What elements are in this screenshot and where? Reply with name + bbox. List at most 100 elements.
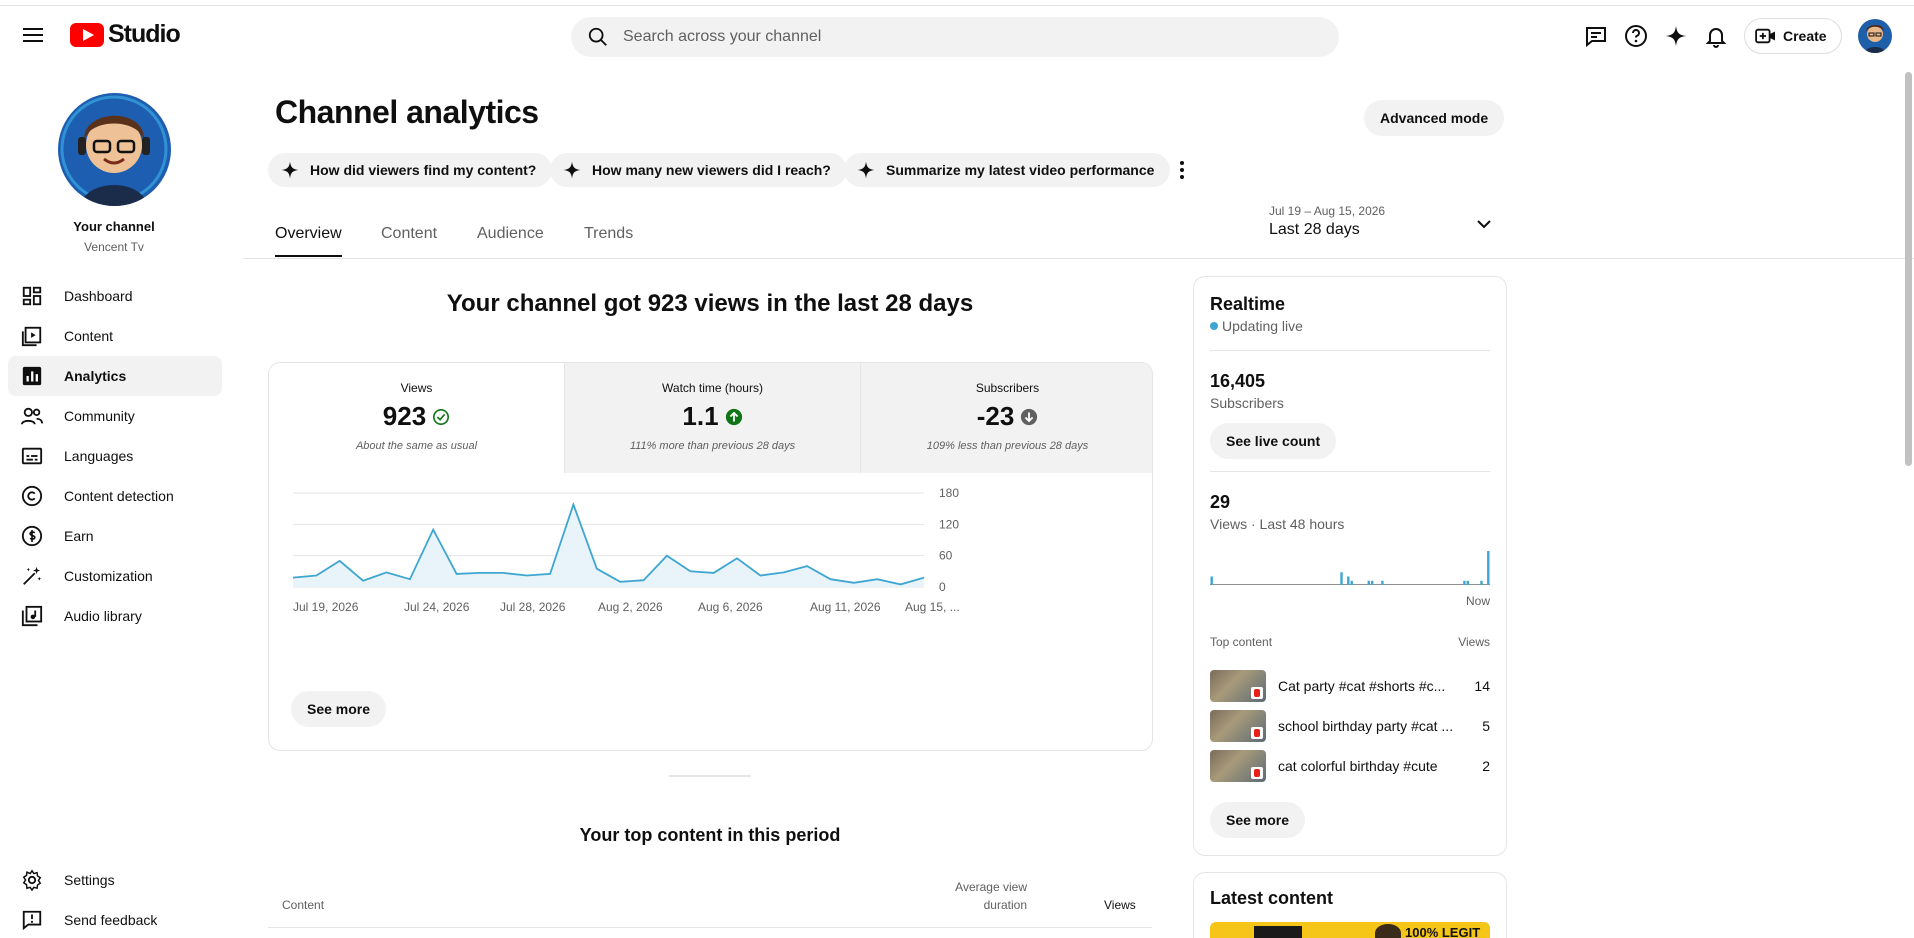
x-tick-label: Jul 28, 2026 (500, 600, 566, 614)
realtime-bar[interactable] (1381, 580, 1384, 585)
realtime-divider (1210, 471, 1490, 472)
chevron-down-icon[interactable] (1472, 212, 1496, 236)
video-title: cat colorful birthday #cute (1278, 758, 1438, 774)
realtime-bar[interactable] (1487, 551, 1490, 585)
channel-name: Vencent Tv (84, 240, 144, 254)
metric-note: About the same as usual (355, 440, 478, 452)
see-live-count-button[interactable]: See live count (1210, 423, 1337, 459)
sidebar-item-send-feedback[interactable]: Send feedback (8, 900, 222, 938)
tab-overview[interactable]: Overview (275, 225, 342, 257)
metric-watch-time[interactable]: Watch time (hours) 1.1 111% more than pr… (564, 363, 860, 473)
video-views: 5 (1482, 718, 1490, 734)
sidebar-item-dashboard[interactable]: Dashboard (8, 276, 222, 316)
top-content-heading: Your top content in this period (579, 825, 841, 845)
realtime-bar[interactable] (1347, 576, 1350, 586)
metric-subscribers[interactable]: Subscribers -23 109% less than previous … (860, 363, 1152, 473)
sidebar-item-label: Dashboard (64, 288, 133, 304)
column-header-avg-duration[interactable]: Average view duration (900, 880, 1027, 912)
suggestion-chip-summarize[interactable]: Summarize my latest video performance (844, 153, 1171, 187)
see-more-button[interactable]: See more (291, 691, 387, 727)
sidebar-item-customization[interactable]: Customization (8, 556, 222, 596)
realtime-bar[interactable] (1350, 580, 1353, 585)
community-icon (20, 404, 44, 428)
realtime-bar[interactable] (1371, 580, 1374, 585)
realtime-divider (1210, 350, 1490, 351)
shorts-icon (1251, 767, 1263, 779)
sidebar-item-languages[interactable]: Languages (8, 436, 222, 476)
suggestion-chip-new-viewers[interactable]: How many new viewers did I reach? (550, 153, 847, 187)
chip-label: Summarize my latest video performance (886, 162, 1155, 178)
menu-icon[interactable] (18, 20, 48, 50)
realtime-bar[interactable] (1466, 580, 1469, 585)
top-content-row[interactable]: Cat party #cat #shorts #c... 14 (1210, 669, 1490, 703)
y-tick-label: 180 (939, 486, 959, 500)
video-views: 2 (1482, 758, 1490, 774)
dashboard-icon (20, 284, 44, 308)
sidebar-item-audio-library[interactable]: Audio library (8, 596, 222, 636)
y-tick-label: 60 (939, 549, 953, 563)
realtime-see-more-button[interactable]: See more (1210, 802, 1306, 838)
x-tick-label: Jul 24, 2026 (404, 600, 470, 614)
sidebar-item-content-detection[interactable]: Content detection (8, 476, 222, 516)
sidebar-item-settings[interactable]: Settings (8, 860, 222, 900)
help-icon[interactable] (1622, 22, 1650, 50)
tab-content[interactable]: Content (381, 225, 437, 257)
sidebar-item-label: Content detection (64, 488, 174, 504)
realtime-bar[interactable] (1340, 572, 1343, 585)
overview-card: Views 923 About the same as usual Watch … (268, 362, 1153, 751)
subscribers-label: Subscribers (1210, 395, 1284, 411)
views-48h-label: Views · Last 48 hours (1210, 516, 1345, 532)
sidebar-item-earn[interactable]: Earn (8, 516, 222, 556)
video-title: Cat party #cat #shorts #c... (1278, 678, 1446, 694)
views-line[interactable] (292, 501, 925, 586)
date-range-text[interactable]: Jul 19 – Aug 15, 2026 (1269, 204, 1385, 218)
subscribers-count: 16,405 (1210, 371, 1266, 391)
bell-icon[interactable] (1702, 22, 1730, 50)
top-content-row[interactable]: school birthday party #cat ... 5 (1210, 709, 1490, 743)
tab-trends[interactable]: Trends (584, 225, 633, 257)
top-content-row[interactable]: cat colorful birthday #cute 2 (1210, 749, 1490, 783)
page-title: Channel analytics (275, 94, 539, 130)
metric-note: 109% less than previous 28 days (926, 440, 1089, 452)
sidebar-item-content[interactable]: Content (8, 316, 222, 356)
sidebar-item-label: Languages (64, 448, 134, 464)
more-vert-icon[interactable] (1170, 155, 1194, 185)
latest-video-thumbnail[interactable]: 100% LEGIT (1210, 922, 1490, 938)
metric-views[interactable]: Views 923 About the same as usual (269, 363, 564, 473)
realtime-bar[interactable] (1480, 580, 1483, 585)
studio-logo[interactable]: Studio (70, 20, 181, 49)
search-bar[interactable] (571, 17, 1339, 57)
realtime-bar[interactable] (1210, 576, 1213, 586)
realtime-bar[interactable] (1463, 580, 1466, 585)
column-header-content[interactable]: Content (282, 898, 324, 912)
feedback-bubble-icon[interactable] (1582, 22, 1610, 50)
logo-text: Studio (108, 20, 181, 48)
sidebar-item-label: Settings (64, 872, 115, 888)
sparkle-icon[interactable] (1662, 22, 1690, 50)
create-label: Create (1783, 28, 1827, 44)
scrollbar-thumb[interactable] (1905, 72, 1912, 466)
search-icon (588, 27, 607, 46)
sidebar-item-analytics[interactable]: Analytics (8, 356, 222, 396)
arrow-up-circle-icon (725, 408, 742, 425)
video-title: school birthday party #cat ... (1278, 718, 1454, 734)
search-input[interactable] (623, 28, 1303, 46)
account-avatar[interactable] (1858, 19, 1892, 53)
x-tick-label: Aug 2, 2026 (598, 600, 663, 614)
sidebar-item-label: Analytics (64, 368, 127, 384)
channel-avatar[interactable] (58, 93, 171, 206)
sidebar-item-label: Content (64, 328, 114, 344)
suggestion-chip-viewers-find[interactable]: How did viewers find my content? (268, 153, 553, 187)
tab-audience[interactable]: Audience (477, 225, 544, 257)
realtime-bar[interactable] (1367, 580, 1370, 585)
create-button[interactable]: Create (1744, 18, 1842, 54)
metric-label: Views (400, 381, 433, 395)
date-range-label[interactable]: Last 28 days (1269, 221, 1360, 239)
chip-label: How many new viewers did I reach? (592, 162, 831, 178)
thumbnail-text: 100% LEGIT (1405, 925, 1481, 938)
advanced-mode-button[interactable]: Advanced mode (1364, 100, 1505, 136)
sidebar-item-community[interactable]: Community (8, 396, 222, 436)
column-header-views[interactable]: Views (1104, 898, 1136, 912)
column-header-line: duration (983, 898, 1027, 912)
sidebar-item-label: Audio library (64, 608, 142, 624)
